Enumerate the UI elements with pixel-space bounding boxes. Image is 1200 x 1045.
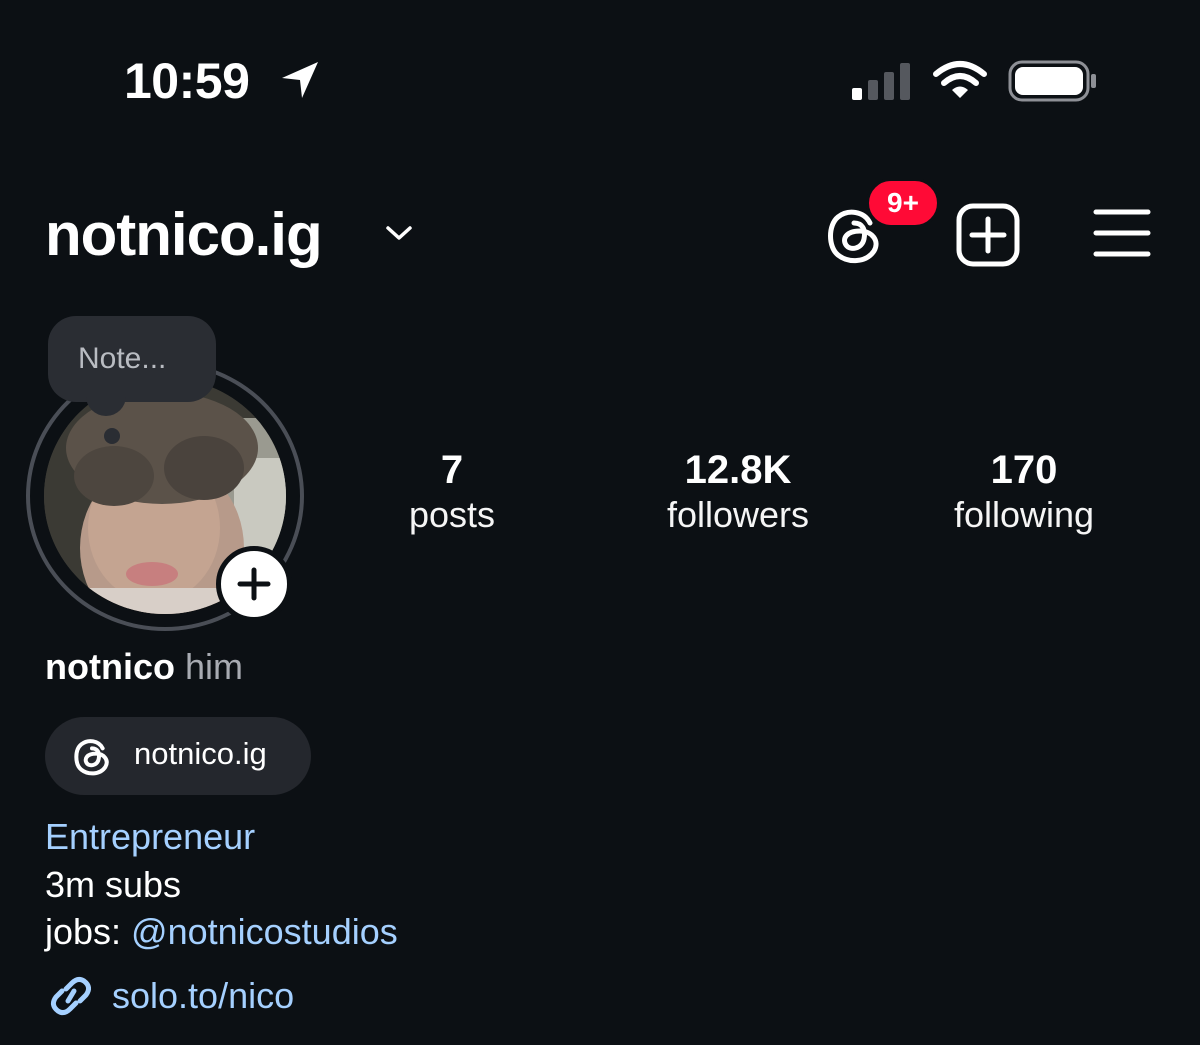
jobs-prefix: jobs: [45, 911, 132, 952]
threads-handle: notnico.ig [134, 736, 267, 771]
stat-posts[interactable]: 7 posts [322, 448, 582, 538]
note-placeholder: Note... [78, 342, 167, 375]
jobs-mention-link[interactable]: @notnicostudios [131, 911, 398, 952]
stat-label: following [953, 494, 1095, 535]
profile-link[interactable]: solo.to/nico [112, 975, 294, 1017]
note-bubble-dot [104, 428, 120, 444]
stat-value: 12.8K [684, 448, 792, 492]
bio-jobs-line: jobs: @notnicostudios [45, 911, 398, 953]
account-switcher[interactable]: notnico.ig [45, 200, 323, 269]
stat-value: 7 [440, 448, 464, 492]
cellular-signal-icon [852, 63, 910, 100]
category-label: Entrepreneur [45, 816, 256, 857]
stat-label: posts [408, 494, 496, 535]
threads-notification-badge: 9+ [866, 178, 940, 228]
new-post-icon[interactable] [956, 203, 1020, 267]
chevron-down-icon[interactable] [384, 222, 414, 244]
status-time: 10:59 [124, 53, 250, 109]
link-icon [50, 976, 92, 1016]
stat-label: followers [666, 494, 810, 535]
stat-following[interactable]: 170 following [894, 448, 1154, 538]
profile-name-line: notnico him [45, 646, 243, 688]
display-name: notnico [45, 646, 175, 687]
plus-icon [237, 567, 271, 601]
add-story-button[interactable] [216, 546, 292, 622]
battery-icon [1008, 60, 1096, 102]
wifi-icon [933, 61, 987, 98]
bio-line: 3m subs [45, 864, 182, 905]
stat-value: 170 [990, 448, 1058, 492]
hamburger-menu-icon[interactable] [1093, 208, 1151, 258]
threads-icon [74, 739, 109, 776]
location-arrow-icon [282, 62, 318, 98]
pronouns: him [185, 646, 244, 687]
stat-followers[interactable]: 12.8K followers [608, 448, 868, 538]
